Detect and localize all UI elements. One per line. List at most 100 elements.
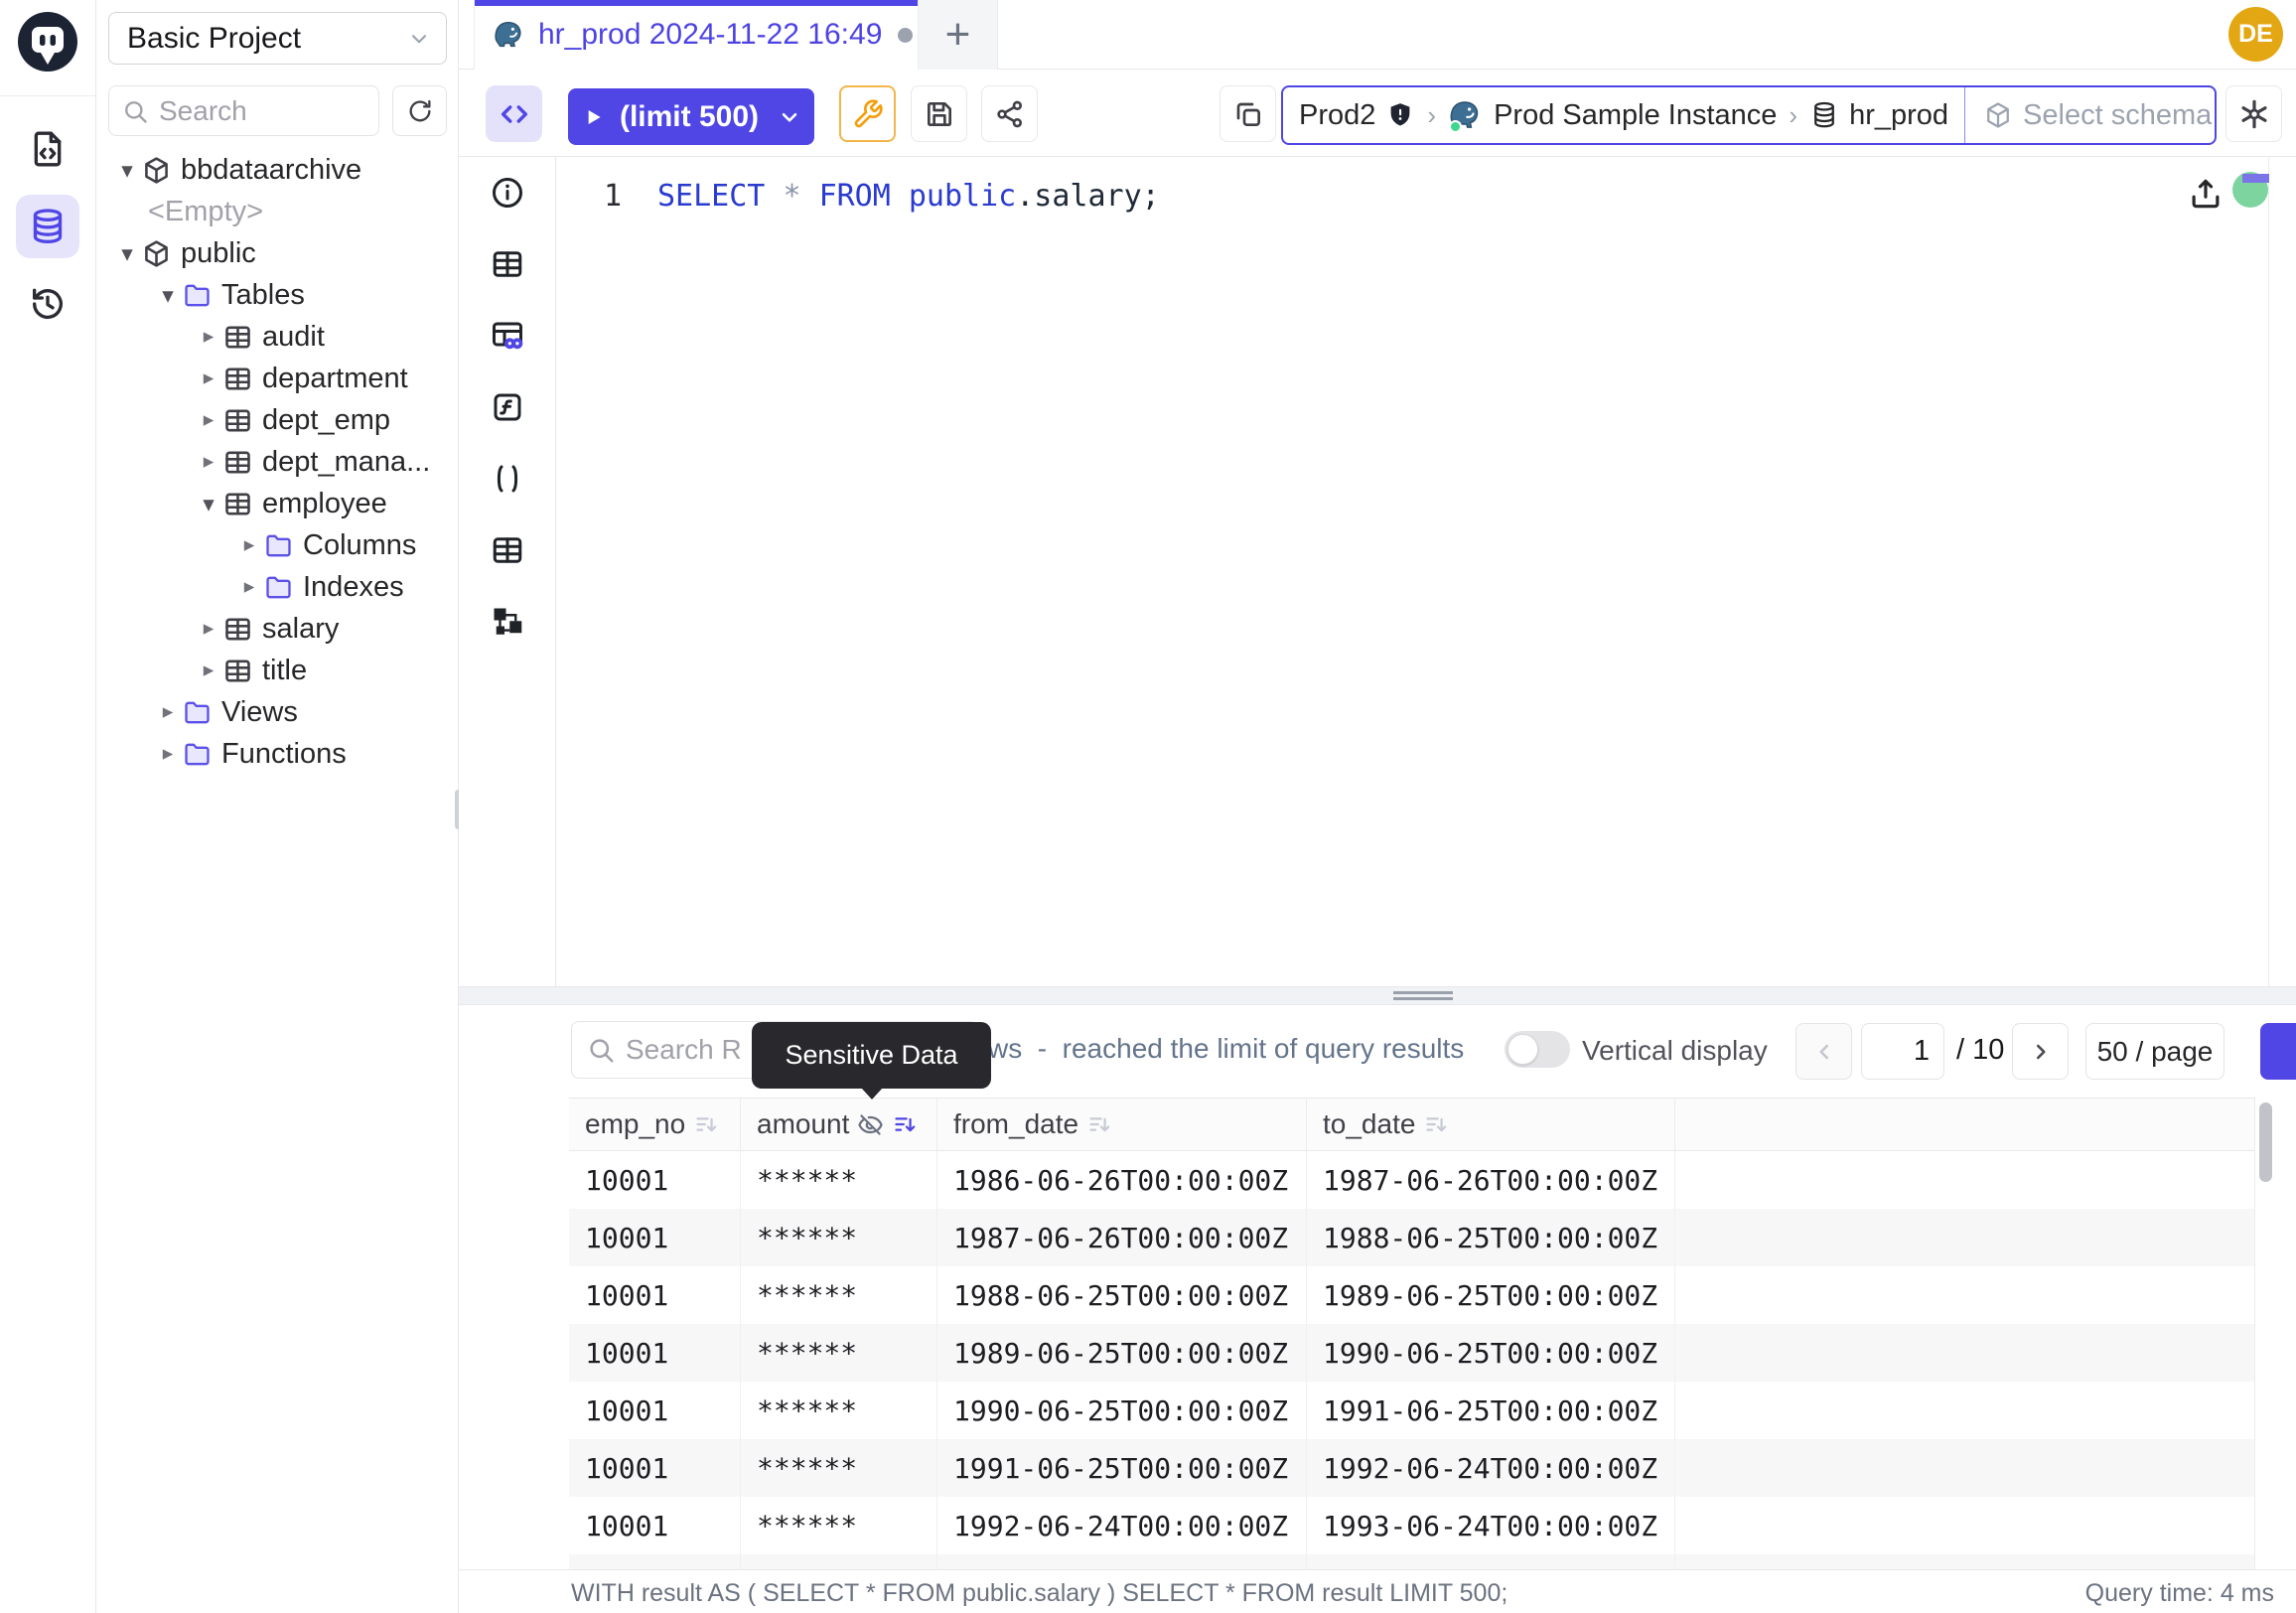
table-cell[interactable]: 10001 [569, 1439, 741, 1497]
grid-scrollbar[interactable] [2259, 1102, 2272, 1182]
new-tab-button[interactable]: + [919, 0, 998, 70]
table-cell[interactable]: ****** [741, 1324, 937, 1382]
tree-item-audit[interactable]: ▸audit [96, 316, 459, 358]
caret-right-icon[interactable]: ▸ [236, 524, 262, 566]
column-header-to_date[interactable]: to_date [1307, 1099, 1675, 1150]
column-header-from_date[interactable]: from_date [937, 1099, 1307, 1150]
upload-icon[interactable] [2187, 175, 2224, 213]
table-cell[interactable]: 10001 [569, 1554, 741, 1569]
ai-assistant-button[interactable] [2225, 85, 2282, 142]
sort-icon[interactable] [1423, 1111, 1450, 1138]
prev-page-button[interactable] [1795, 1023, 1852, 1080]
rail-item-database[interactable] [16, 195, 79, 258]
tree-item-public[interactable]: ▾public [96, 232, 459, 274]
table-cell[interactable]: 1987-06-26T00:00:00Z [1307, 1151, 1675, 1209]
table-cell[interactable]: 1988-06-25T00:00:00Z [937, 1266, 1307, 1324]
tree-item-dept-mana-[interactable]: ▸dept_mana... [96, 441, 459, 483]
tree-item--empty-[interactable]: <Empty> [96, 191, 459, 232]
avatar[interactable]: DE [2228, 7, 2283, 62]
sql-mode-button[interactable] [486, 85, 542, 142]
rail-item-worksheet[interactable] [16, 117, 79, 181]
table-cell[interactable]: 10001 [569, 1209, 741, 1266]
table-cell[interactable]: 1987-06-26T00:00:00Z [937, 1209, 1307, 1266]
column-header-emp_no[interactable]: emp_no [569, 1099, 741, 1150]
connection-context[interactable]: Prod2 › Prod Sample Instance › hr_prod [1283, 87, 1964, 143]
caret-down-icon[interactable]: ▾ [196, 483, 221, 524]
tree-item-salary[interactable]: ▸salary [96, 608, 459, 650]
table-cell[interactable]: 1993-06-24T00:00:00Z [1307, 1497, 1675, 1554]
table-cell[interactable]: ****** [741, 1151, 937, 1209]
caret-right-icon[interactable]: ▸ [196, 399, 221, 441]
panel-splitter[interactable] [459, 986, 2296, 1005]
tree-item-dept-emp[interactable]: ▸dept_emp [96, 399, 459, 441]
schema-diagram-icon[interactable] [486, 600, 529, 644]
table-cell[interactable]: ****** [741, 1266, 937, 1324]
table-cell[interactable] [1675, 1554, 2254, 1569]
caret-down-icon[interactable]: ▾ [114, 232, 140, 274]
eye-off-icon[interactable] [857, 1111, 884, 1138]
batch-query-button[interactable] [1220, 85, 1276, 142]
table-cell[interactable]: 10001 [569, 1266, 741, 1324]
table-cell[interactable]: 1990-06-25T00:00:00Z [937, 1382, 1307, 1439]
caret-right-icon[interactable]: ▸ [196, 650, 221, 691]
page-number-input[interactable] [1861, 1023, 1944, 1080]
table-row[interactable]: 10001******1992-06-24T00:00:00Z1993-06-2… [569, 1497, 2254, 1554]
tree-item-tables[interactable]: ▾Tables [96, 274, 459, 316]
column-header-empty[interactable] [1675, 1099, 2254, 1150]
refresh-button[interactable] [392, 85, 447, 136]
sql-editor[interactable]: 1 SELECT * FROM public.salary; [459, 157, 2296, 986]
caret-right-icon[interactable]: ▸ [155, 691, 181, 733]
sidebar-search-input[interactable] [159, 95, 366, 127]
table-row[interactable]: 10001******1989-06-25T00:00:00Z1990-06-2… [569, 1324, 2254, 1382]
table-row[interactable]: 10001******1990-06-25T00:00:00Z1991-06-2… [569, 1382, 2254, 1439]
caret-right-icon[interactable]: ▸ [196, 358, 221, 399]
bytebase-logo[interactable] [18, 12, 77, 72]
run-query-button[interactable]: (limit 500) [568, 88, 814, 145]
table-cell[interactable]: 1992-06-24T00:00:00Z [1307, 1439, 1675, 1497]
table-icon[interactable] [486, 528, 529, 572]
function-icon[interactable] [486, 385, 529, 429]
caret-right-icon[interactable]: ▸ [196, 316, 221, 358]
parentheses-icon[interactable] [486, 457, 529, 501]
table-cell[interactable]: 1991-06-25T00:00:00Z [937, 1439, 1307, 1497]
info-icon[interactable] [486, 171, 529, 215]
save-button[interactable] [911, 85, 967, 142]
code-area[interactable]: 1 SELECT * FROM public.salary; [556, 157, 2296, 986]
table-cell[interactable]: 1993-06-24T00:00:00Z [937, 1554, 1307, 1569]
tree-item-bbdataarchive[interactable]: ▾bbdataarchive [96, 149, 459, 191]
next-page-button[interactable] [2012, 1023, 2069, 1080]
tree-item-views[interactable]: ▸Views [96, 691, 459, 733]
caret-right-icon[interactable]: ▸ [155, 733, 181, 775]
sort-icon[interactable] [693, 1111, 720, 1138]
table-cell[interactable]: 10001 [569, 1151, 741, 1209]
table-cell[interactable]: 1988-06-25T00:00:00Z [1307, 1209, 1675, 1266]
tree-item-columns[interactable]: ▸Columns [96, 524, 459, 566]
table-cell[interactable]: 10001 [569, 1497, 741, 1554]
er-table-icon[interactable] [486, 314, 529, 358]
column-header-amount[interactable]: amount [741, 1099, 937, 1150]
table-cell[interactable]: 10001 [569, 1382, 741, 1439]
caret-right-icon[interactable]: ▸ [196, 441, 221, 483]
table-cell[interactable]: 1989-06-25T00:00:00Z [1307, 1266, 1675, 1324]
caret-down-icon[interactable]: ▾ [114, 149, 140, 191]
share-button[interactable] [981, 85, 1038, 142]
vertical-display-toggle[interactable] [1505, 1031, 1570, 1068]
table-cell[interactable]: 1992-06-24T00:00:00Z [937, 1497, 1307, 1554]
table-cell[interactable] [1675, 1266, 2254, 1324]
tree-item-indexes[interactable]: ▸Indexes [96, 566, 459, 608]
table-cell[interactable]: ****** [741, 1209, 937, 1266]
sidebar-search[interactable] [108, 85, 379, 136]
select-schema-button[interactable]: Select schema [1964, 87, 2217, 143]
table-cell[interactable]: 1991-06-25T00:00:00Z [1307, 1382, 1675, 1439]
table-cell[interactable]: 1986-06-26T00:00:00Z [937, 1151, 1307, 1209]
table-cell[interactable] [1675, 1382, 2254, 1439]
table-cell[interactable]: 1994-06-24T00:00:00Z [1307, 1554, 1675, 1569]
caret-right-icon[interactable]: ▸ [236, 566, 262, 608]
table-row[interactable]: 10001******1988-06-25T00:00:00Z1989-06-2… [569, 1266, 2254, 1324]
table-cell[interactable] [1675, 1439, 2254, 1497]
table-cell[interactable]: 10001 [569, 1324, 741, 1382]
table-cell[interactable]: ****** [741, 1439, 937, 1497]
table-cell[interactable]: 1990-06-25T00:00:00Z [1307, 1324, 1675, 1382]
table-cell[interactable] [1675, 1151, 2254, 1209]
rail-item-history[interactable] [16, 272, 79, 336]
